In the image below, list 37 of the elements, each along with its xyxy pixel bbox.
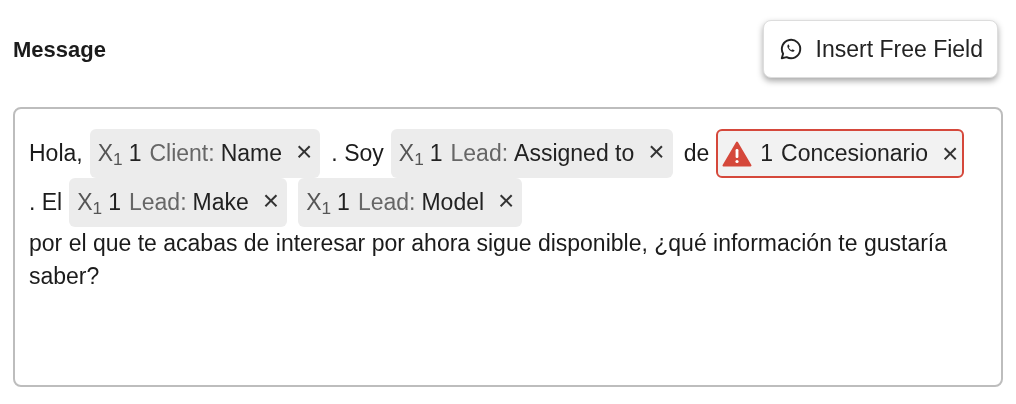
variable-chip[interactable]: X$_{1}$ 1 Client: Name × xyxy=(89,129,321,178)
variable-symbol: X$_{1}$ xyxy=(398,139,424,172)
variable-symbol: X$_{1}$ xyxy=(77,188,103,221)
variable-chip[interactable]: X$_{1}$ 1 Lead: Model × xyxy=(298,178,523,227)
chip-count: 1 xyxy=(760,139,774,168)
warning-icon xyxy=(722,140,753,167)
chip-field: Concesionario xyxy=(781,131,929,176)
variable-chip[interactable]: X$_{1}$ 1 Lead: Make × xyxy=(69,178,288,227)
message-editor[interactable] xyxy=(13,107,1003,387)
remove-button[interactable]: × xyxy=(262,187,280,215)
remove-button[interactable]: × xyxy=(942,139,959,168)
variable-symbol: X$_{1}$ xyxy=(306,188,332,221)
variable-symbol: X$_{1}$ xyxy=(97,139,123,172)
chip-field: Make xyxy=(192,180,249,225)
variable-chip[interactable]: X$_{1}$ 1 Lead: Assigned to × xyxy=(390,129,673,178)
chip-field: Model xyxy=(421,180,485,225)
chip-count: 1 xyxy=(108,188,121,217)
chip-count: 1 xyxy=(429,139,443,168)
section-title: Message xyxy=(13,35,106,64)
chip-count: 1 xyxy=(128,139,142,168)
message-text: . El xyxy=(29,188,63,217)
message-text: de xyxy=(683,139,710,168)
chip-field: Name xyxy=(220,131,282,176)
chip-count: 1 xyxy=(337,188,350,217)
chip-category: Lead: xyxy=(128,188,187,217)
remove-button[interactable]: × xyxy=(498,187,515,215)
message-text: Hola, xyxy=(29,139,83,168)
remove-button[interactable]: × xyxy=(648,138,665,166)
chip-category: Lead: xyxy=(450,139,509,168)
message-text: por el que te acabas de interesar por ahora sigue disponible, ¿qué información te gustaría saber? xyxy=(29,229,948,291)
remove-button[interactable]: × xyxy=(296,138,313,166)
chip-category: Lead: xyxy=(357,188,416,217)
message-text: . Soy xyxy=(331,139,384,168)
error-chip[interactable]: 1 Concesionario × xyxy=(716,129,965,178)
chip-category: Client: xyxy=(149,139,215,168)
chip-field: Assigned to xyxy=(514,131,635,176)
insert-free-field-button[interactable]: Insert Free Field xyxy=(762,20,998,78)
